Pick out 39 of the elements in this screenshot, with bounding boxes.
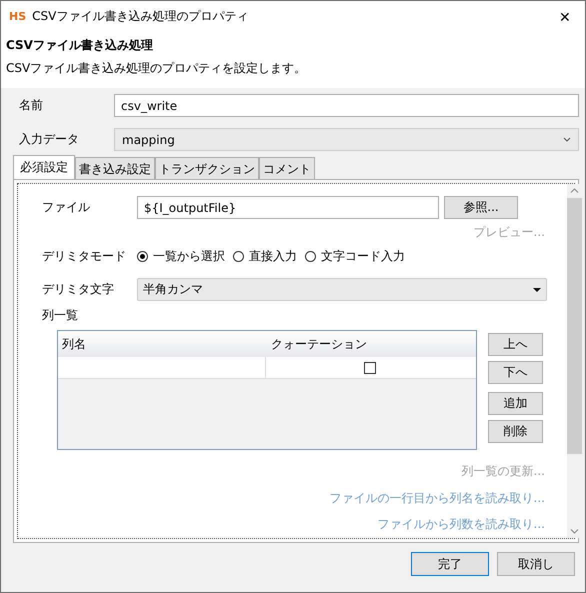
- checkbox[interactable]: [364, 362, 376, 374]
- field-label: 名前: [18, 97, 44, 114]
- radio-label: 一覧から選択: [153, 248, 225, 266]
- app-logo: HS: [9, 10, 26, 23]
- tab[interactable]: トランザクション: [155, 157, 259, 179]
- dropdown-arrow-icon: [533, 288, 541, 292]
- header-description: CSVファイル書き込み処理のプロパティを設定します。: [6, 60, 308, 77]
- list-button[interactable]: 上へ: [488, 333, 543, 356]
- delimiter-dropdown[interactable]: 半角カンマ: [137, 278, 547, 302]
- browse-button[interactable]: 参照...: [444, 196, 518, 219]
- window-title: CSVファイル書き込み処理のプロパティ: [32, 8, 250, 25]
- field-label: デリミタ文字: [42, 281, 115, 298]
- list-button[interactable]: 下へ: [488, 361, 543, 384]
- name-field[interactable]: csv_write: [114, 94, 579, 117]
- field-label: ファイル: [42, 199, 91, 216]
- dialog-button[interactable]: 完了: [411, 552, 489, 576]
- scrollbar[interactable]: [567, 184, 582, 538]
- section-label: 列一覧: [42, 307, 79, 324]
- list-button[interactable]: 削除: [488, 420, 543, 444]
- radio-label: 文字コード入力: [321, 248, 405, 266]
- radio-button[interactable]: [233, 251, 244, 262]
- field-label: 入力データ: [18, 131, 80, 148]
- column-header: 列名: [61, 336, 87, 353]
- file-field[interactable]: ${I_outputFile}: [137, 196, 439, 219]
- tab[interactable]: コメント: [259, 157, 315, 179]
- radio-button[interactable]: [137, 251, 148, 262]
- dialog-button[interactable]: 取消し: [497, 552, 575, 576]
- tab[interactable]: 必須設定: [13, 155, 75, 179]
- scroll-down-icon[interactable]: [570, 529, 579, 534]
- tab[interactable]: 書き込み設定: [75, 157, 155, 179]
- field-label: デリミタモード: [42, 248, 127, 266]
- scroll-up-icon[interactable]: [570, 188, 579, 193]
- chevron-icon: [563, 137, 571, 142]
- header-title: CSVファイル書き込み処理: [6, 37, 154, 54]
- close-button[interactable]: ✕: [545, 1, 585, 32]
- column-header: クォーテーション: [270, 336, 368, 353]
- radio-button[interactable]: [305, 251, 316, 262]
- radio-label: 直接入力: [249, 248, 297, 266]
- list-button[interactable]: 追加: [488, 392, 543, 416]
